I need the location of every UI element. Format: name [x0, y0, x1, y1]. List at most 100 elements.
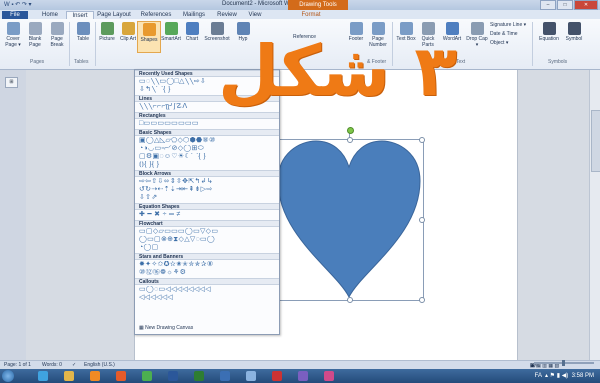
- smartart-icon: [164, 22, 178, 35]
- tab-file[interactable]: File: [2, 11, 28, 19]
- zoom-slider[interactable]: [534, 360, 594, 366]
- date-time-button[interactable]: Date & Time: [490, 30, 526, 39]
- shape-row[interactable]: ◔◯▢: [139, 244, 275, 251]
- section-block-arrows: Block Arrows: [135, 170, 279, 177]
- title-bar: W ▪ ↶ ↷ ▾ Document2 - Microsoft Word Dra…: [0, 0, 600, 10]
- clip-art-button[interactable]: Clip Art: [117, 21, 139, 55]
- group-symbols-label: Symbols: [548, 59, 568, 65]
- vertical-scrollbar[interactable]: [589, 70, 600, 360]
- group-separator: [532, 22, 533, 66]
- page-break-button[interactable]: Page Break: [46, 21, 68, 55]
- maximize-button[interactable]: □: [557, 0, 573, 10]
- resize-handle-right[interactable]: [419, 217, 425, 223]
- windows-taskbar: FA ▴ ⚑ ▮ ◀) 3:58 PM: [0, 369, 600, 383]
- cover-page-label: Cover Page ▾: [5, 36, 21, 48]
- tab-home[interactable]: Home: [36, 11, 64, 19]
- signature-line-button[interactable]: Signature Line ▾: [490, 21, 526, 30]
- blank-page-icon: [28, 22, 42, 35]
- chrome-icon[interactable]: [142, 371, 152, 381]
- blank-page-button[interactable]: Blank Page: [24, 21, 46, 55]
- shapes-button[interactable]: Shapes: [137, 21, 161, 53]
- resize-handle-top[interactable]: [347, 137, 353, 143]
- shape-row[interactable]: ▭▢◇▱▭▭▭◯▭▽◇▭: [139, 228, 275, 235]
- resize-handle-top-right[interactable]: [419, 137, 425, 143]
- resize-handle-bottom-right[interactable]: [419, 297, 425, 303]
- quick-access-toolbar[interactable]: W ▪ ↶ ↷ ▾: [4, 1, 32, 8]
- shape-row[interactable]: ⇨⇦⇧⇩⬄⇕⇳✥⇱↰↲↳: [139, 178, 275, 185]
- input-language[interactable]: FA: [535, 373, 542, 379]
- tray-icons[interactable]: ▴ ⚑ ▮ ◀): [543, 373, 570, 379]
- tab-mailings[interactable]: Mailings: [178, 11, 210, 19]
- shape-row[interactable]: ✸✦✧✩✪✫✬✭✮✯✰⑧: [139, 261, 275, 268]
- drop-cap-label: Drop Cap ▾: [466, 36, 488, 48]
- shape-row[interactable]: ▣◯△◺▱⬠◇⬡⬢⬣⑧⑩: [139, 137, 275, 144]
- word-icon[interactable]: [168, 371, 178, 381]
- text-small-commands: Signature Line ▾ Date & Time Object ▾: [490, 21, 526, 48]
- shape-row[interactable]: ⇩⇧⇗: [139, 194, 275, 201]
- firefox-icon[interactable]: [116, 371, 126, 381]
- close-button[interactable]: ✕: [574, 0, 598, 10]
- shape-row[interactable]: □▭▭▭▭▭▭▭▭: [139, 120, 275, 127]
- tab-references[interactable]: References: [136, 11, 176, 19]
- ruler-toggle-button[interactable]: ⊞: [5, 77, 18, 88]
- folder-icon[interactable]: [64, 371, 74, 381]
- shape-row[interactable]: ⑩⑫⑯❁☼⚘⚙: [139, 269, 275, 276]
- outlook-icon[interactable]: [220, 371, 230, 381]
- shape-row[interactable]: ▢⚙▣◌☺♡☀☾⌒{ }: [139, 153, 275, 160]
- clip-art-icon: [121, 22, 135, 35]
- picture-button[interactable]: Picture: [96, 21, 118, 55]
- rotation-handle[interactable]: [347, 127, 354, 134]
- app-icon[interactable]: [272, 371, 282, 381]
- smartart-button[interactable]: SmartArt: [160, 21, 182, 55]
- explorer-icon[interactable]: [246, 371, 256, 381]
- section-rectangles: Rectangles: [135, 112, 279, 119]
- group-separator: [69, 22, 70, 66]
- clock[interactable]: 3:58 PM: [572, 373, 594, 379]
- app3-icon[interactable]: [324, 371, 334, 381]
- proofing-icon[interactable]: ✓: [72, 362, 76, 368]
- page-count-status[interactable]: Page: 1 of 1: [4, 362, 31, 368]
- cover-page-icon: [6, 22, 20, 35]
- tab-format[interactable]: Format: [296, 11, 326, 19]
- tab-review[interactable]: Review: [212, 11, 242, 19]
- drop-cap-button[interactable]: Drop Cap ▾: [466, 21, 488, 55]
- table-button[interactable]: Table: [72, 21, 94, 55]
- section-callouts: Callouts: [135, 278, 279, 285]
- zoom-slider-knob[interactable]: [562, 360, 565, 366]
- word-count-status[interactable]: Words: 0: [42, 362, 62, 368]
- shapes-icon: [142, 23, 156, 36]
- shape-row[interactable]: ⦅⦆{ }{ }: [139, 161, 275, 168]
- excel-icon[interactable]: [194, 371, 204, 381]
- shape-row[interactable]: ▭◯◌▭◁◁◁◁◁◁◁◁: [139, 286, 275, 293]
- tab-view[interactable]: View: [244, 11, 266, 19]
- scroll-thumb[interactable]: [591, 110, 600, 172]
- language-status[interactable]: English (U.S.): [84, 362, 115, 368]
- tab-page-layout[interactable]: Page Layout: [94, 11, 134, 19]
- shape-row[interactable]: ◯▭▢⊗⊕⧗◇△▽◌▭◯: [139, 236, 275, 243]
- object-button[interactable]: Object ▾: [490, 39, 526, 48]
- media-icon[interactable]: [90, 371, 100, 381]
- symbol-button[interactable]: Symbol: [563, 21, 585, 55]
- page-break-icon: [50, 22, 64, 35]
- ie-icon[interactable]: [38, 371, 48, 381]
- section-stars-banners: Stars and Banners: [135, 253, 279, 260]
- shape-row[interactable]: ◔◑◡▭▫⌐◜⊘◇◯⊞⬭: [139, 145, 275, 152]
- group-pages-label: Pages: [30, 59, 45, 65]
- start-button[interactable]: [2, 370, 14, 382]
- shape-row[interactable]: ✚ ━ ✖ ÷ ═ ≠: [139, 211, 275, 218]
- equation-button[interactable]: Equation: [536, 21, 562, 55]
- group-tables-label: Tables: [74, 59, 89, 65]
- new-drawing-canvas-item[interactable]: ▦ New Drawing Canvas: [139, 325, 193, 331]
- cover-page-button[interactable]: Cover Page ▾: [2, 21, 24, 55]
- app2-icon[interactable]: [298, 371, 308, 381]
- smartart-label: SmartArt: [161, 36, 181, 42]
- blank-page-label: Blank Page: [28, 36, 42, 48]
- new-drawing-canvas-label: New Drawing Canvas: [145, 325, 194, 331]
- minimize-button[interactable]: –: [540, 0, 556, 10]
- shape-row[interactable]: ◁◁◁◁◁◁: [139, 294, 275, 301]
- chart-button[interactable]: Chart: [181, 21, 203, 55]
- shape-row[interactable]: ↺↻⇢⇠⇡⇣⇥⇤⇞⇟▷⇨: [139, 186, 275, 193]
- resize-handle-bottom[interactable]: [347, 297, 353, 303]
- pi-icon: [542, 22, 556, 35]
- document-title: Document2 - Microsoft Word: [222, 1, 299, 7]
